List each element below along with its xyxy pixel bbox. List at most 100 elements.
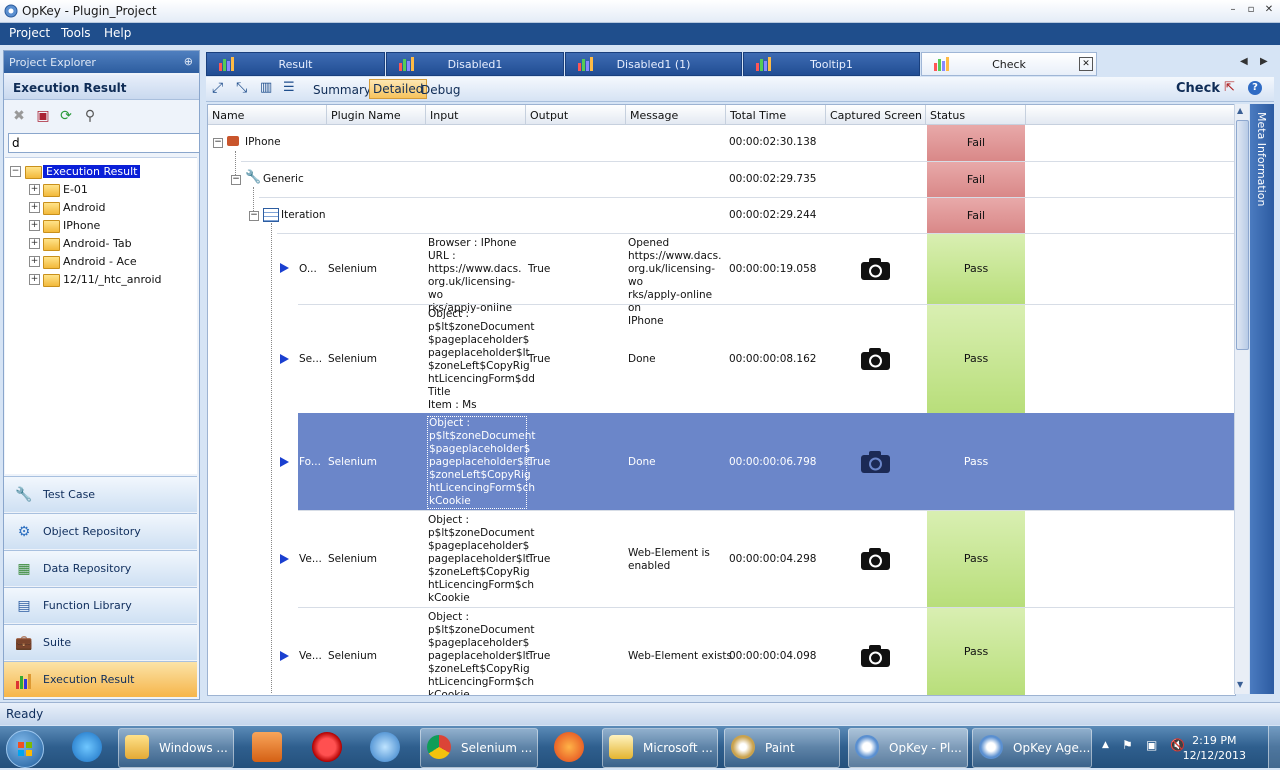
minimize-button[interactable]: – — [1226, 3, 1240, 17]
collapse-all-icon[interactable]: ⤡ — [236, 80, 247, 96]
step-row[interactable]: Se... Selenium Object : p$lt$zoneDocument… — [208, 305, 1235, 413]
folder-icon — [25, 166, 42, 179]
column-header-message[interactable]: Message — [626, 105, 726, 125]
nav-data-repository[interactable]: ▦ Data Repository — [4, 550, 197, 586]
collapse-icon[interactable]: − — [10, 166, 21, 177]
collapse-icon[interactable]: − — [213, 138, 223, 148]
media-player-icon[interactable] — [252, 732, 282, 762]
taskbar-windows-explorer[interactable]: Windows ... — [118, 728, 234, 768]
step-row[interactable]: Ve... Selenium Object : p$lt$zoneDocument… — [208, 608, 1235, 695]
export-icon[interactable]: ⇱ — [1224, 80, 1235, 95]
collapse-icon[interactable]: − — [231, 175, 241, 185]
report-icon[interactable]: ▥ — [260, 80, 272, 95]
delete-icon[interactable]: ✖ — [10, 107, 28, 125]
expand-icon[interactable]: + — [29, 184, 40, 195]
tab-disabled1[interactable]: Disabled1 — [386, 52, 564, 76]
system-clock[interactable]: 2:19 PM 12/12/2013 — [1183, 733, 1246, 763]
step-row[interactable]: O... Selenium Browser : IPhone URL : https… — [208, 234, 1235, 327]
close-window-button[interactable]: ✕ — [1262, 3, 1276, 17]
tree-item-execution-result[interactable]: − Execution Result — [5, 164, 197, 180]
camera-icon[interactable] — [860, 644, 891, 668]
nav-test-case[interactable]: 🔧 Test Case — [4, 476, 197, 512]
column-header-output[interactable]: Output — [526, 105, 626, 125]
scroll-up-icon[interactable]: ▲ — [1237, 106, 1243, 115]
search-icon[interactable]: ⚲ — [81, 107, 99, 125]
expand-icon[interactable]: + — [29, 220, 40, 231]
status-badge: Pass — [927, 511, 1025, 607]
tree-item-android-tab[interactable]: + Android- Tab — [5, 236, 197, 252]
tree-item-htc-anroid[interactable]: + 12/11/_htc_anroid — [5, 272, 197, 288]
chrome-icon — [427, 735, 451, 759]
start-button[interactable] — [6, 730, 44, 768]
action-center-flag-icon[interactable]: ⚑ — [1122, 738, 1138, 754]
tree-item-label: Android — [63, 201, 106, 214]
close-tab-icon[interactable]: ✕ — [1079, 57, 1093, 71]
meta-information-tab[interactable]: Meta Information — [1250, 104, 1274, 694]
scroll-down-icon[interactable]: ▼ — [1237, 680, 1243, 689]
nav-function-library[interactable]: ▤ Function Library — [4, 587, 197, 623]
expand-icon[interactable]: + — [29, 274, 40, 285]
group-row-iphone[interactable]: − IPhone 00:00:02:30.138 Fail — [208, 125, 1235, 161]
group-row-iteration[interactable]: − Iteration 00:00:02:29.244 Fail — [208, 198, 1235, 233]
step-input: Object : p$lt$zoneDocument $pageplaceholde… — [428, 611, 535, 696]
help-icon[interactable]: ? — [1248, 81, 1262, 95]
step-row[interactable]: Ve... Selenium Object : p$lt$zoneDocument… — [208, 511, 1235, 607]
menu-help[interactable]: Help — [104, 26, 131, 40]
tree-item-android[interactable]: + Android — [5, 200, 197, 216]
camera-icon[interactable] — [860, 450, 891, 474]
menu-project[interactable]: Project — [9, 26, 50, 40]
expand-icon[interactable]: + — [29, 202, 40, 213]
taskbar-paint[interactable]: Paint — [724, 728, 840, 768]
menu-tools[interactable]: Tools — [61, 26, 91, 40]
nav-suite[interactable]: 💼 Suite — [4, 624, 197, 660]
list-view-icon[interactable]: ☰ — [283, 80, 295, 95]
expand-icon[interactable]: + — [29, 238, 40, 249]
nav-execution-result[interactable]: Execution Result — [4, 661, 197, 697]
step-row[interactable]: Fo... Selenium Object : p$lt$zoneDocument… — [208, 413, 1235, 510]
step-plugin: Selenium — [328, 263, 377, 275]
tab-check[interactable]: Check ✕ — [921, 52, 1097, 76]
camera-icon[interactable] — [860, 547, 891, 571]
pin-icon[interactable]: ⊕ — [184, 55, 193, 68]
column-header-captured-screen[interactable]: Captured Screen — [826, 105, 926, 125]
tab-scroll-right-icon[interactable]: ▶ — [1260, 56, 1268, 67]
expand-icon[interactable]: + — [29, 256, 40, 267]
tree-item-iphone[interactable]: + IPhone — [5, 218, 197, 234]
show-desktop-button[interactable] — [1268, 726, 1280, 768]
show-hidden-icons-icon[interactable]: ▲ — [1102, 740, 1109, 750]
group-row-generic[interactable]: − 🔧 Generic 00:00:02:29.735 Fail — [208, 162, 1235, 197]
scrollbar-thumb[interactable] — [1236, 120, 1249, 350]
network-icon[interactable]: ▣ — [1146, 738, 1162, 754]
taskbar-microsoft-outlook[interactable]: Microsoft ... — [602, 728, 718, 768]
debug-button[interactable]: Debug — [418, 82, 463, 98]
firefox-icon[interactable] — [554, 732, 584, 762]
maximize-button[interactable]: ▫ — [1244, 3, 1258, 17]
column-header-total-time[interactable]: Total Time — [726, 105, 826, 125]
grid-vertical-scrollbar[interactable]: ▲ ▼ — [1234, 104, 1249, 694]
nav-object-repository[interactable]: ⚙ Object Repository — [4, 513, 197, 549]
opera-icon[interactable] — [312, 732, 342, 762]
tab-disabled1-1[interactable]: Disabled1 (1) — [565, 52, 742, 76]
search-input[interactable] — [8, 133, 200, 153]
tab-result[interactable]: Result — [206, 52, 385, 76]
safari-icon[interactable] — [370, 732, 400, 762]
column-header-status[interactable]: Status — [926, 105, 1026, 125]
expand-all-icon[interactable]: ⤢ — [212, 80, 223, 96]
taskbar-chrome-selenium[interactable]: Selenium ... — [420, 728, 538, 768]
camera-icon[interactable] — [860, 347, 891, 371]
internet-explorer-icon[interactable] — [72, 732, 102, 762]
camera-icon[interactable] — [860, 257, 891, 281]
column-header-input[interactable]: Input — [426, 105, 526, 125]
tree-item-e-01[interactable]: + E-01 — [5, 182, 197, 198]
tab-tooltip1[interactable]: Tooltip1 — [743, 52, 920, 76]
delete-result-icon[interactable]: ▣ — [34, 107, 52, 125]
tree-item-android-ace[interactable]: + Android - Ace — [5, 254, 197, 270]
tab-scroll-left-icon[interactable]: ◀ — [1240, 56, 1248, 67]
refresh-icon[interactable]: ⟳ — [57, 107, 75, 125]
column-header-plugin-name[interactable]: Plugin Name — [327, 105, 426, 125]
summary-button[interactable]: Summary — [310, 82, 374, 98]
taskbar-opkey-plugin[interactable]: OpKey - Pl... — [848, 728, 968, 768]
column-header-name[interactable]: Name — [208, 105, 327, 125]
collapse-icon[interactable]: − — [249, 211, 259, 221]
taskbar-opkey-agent[interactable]: OpKey Age... — [972, 728, 1092, 768]
